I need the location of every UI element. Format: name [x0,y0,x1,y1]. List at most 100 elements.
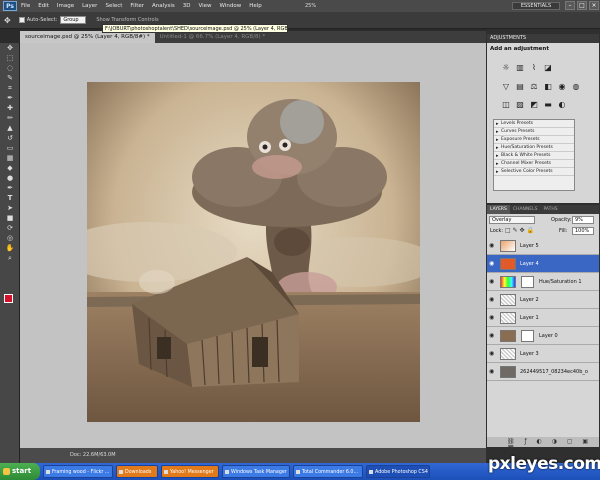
layer-action-icons[interactable]: ⛓ ƒ ◐ ◑ ▢ ▣ 🗑 [507,438,599,452]
menu-3d[interactable]: 3D [183,3,191,9]
auto-select-dropdown[interactable]: Group [60,16,87,24]
invert-icon[interactable]: ◫ [501,100,511,110]
exposure-icon[interactable]: ◪ [543,63,553,73]
move-icon[interactable]: ✥ [3,44,17,53]
gradient-icon[interactable]: ▦ [3,154,17,163]
blend-mode-dropdown[interactable]: Overlay [489,216,535,224]
quick-select-icon[interactable]: ✎ [3,74,17,83]
eye-icon[interactable]: ◉ [489,332,496,339]
menu-file[interactable]: File [21,3,30,9]
task-yahoo-messenger[interactable]: Yahoo! Messenger [161,465,219,478]
healing-brush-icon[interactable]: ✚ [3,104,17,113]
minimize-icon[interactable]: – [565,1,575,10]
preset-hue-saturation[interactable]: Hue/Saturation Presets [494,144,574,152]
layer-row[interactable]: ◉ 262449517_08234ec40b_o [487,363,599,381]
foreground-color-swatch[interactable] [4,294,13,303]
task-flickr[interactable]: Framing wood - Flickr ... [43,465,113,478]
eraser-icon[interactable]: ▭ [3,144,17,153]
eye-icon[interactable]: ◉ [489,368,496,375]
eye-icon[interactable]: ◉ [489,296,496,303]
hand-icon[interactable]: ✋ [3,244,17,253]
preset-curves[interactable]: Curves Presets [494,128,574,136]
opacity-input[interactable]: 9% [572,216,594,224]
curves-icon[interactable]: ⌇ [529,63,539,73]
lasso-icon[interactable]: ◌ [3,64,17,73]
move-tool-icon[interactable]: ✥ [4,16,11,25]
menu-edit[interactable]: Edit [38,3,49,9]
levels-icon[interactable]: ▥ [515,63,525,73]
vibrance-icon[interactable]: ▽ [501,82,511,92]
gradient-map-icon[interactable]: ▬ [543,100,553,110]
document-canvas-image[interactable] [87,82,420,422]
color-balance-icon[interactable]: ⚖ [529,82,539,92]
type-icon[interactable]: T [3,194,17,203]
preset-exposure[interactable]: Exposure Presets [494,136,574,144]
tab-paths[interactable]: PATHS [540,205,560,214]
layer-row[interactable]: ◉ Layer 5 [487,237,599,255]
maximize-icon[interactable]: □ [577,1,587,10]
hue-saturation-icon[interactable]: ▤ [515,82,525,92]
task-total-commander[interactable]: Total Commander 6.0... [293,465,363,478]
workspace-switcher[interactable]: ESSENTIALS [512,2,560,10]
history-brush-icon[interactable]: ↺ [3,134,17,143]
tab-layers[interactable]: LAYERS [487,205,510,214]
brush-icon[interactable]: ✏ [3,114,17,123]
layer-row[interactable]: ◉ Layer 4 [487,255,599,273]
layer-row[interactable]: ◉ Layer 3 [487,345,599,363]
auto-select-checkbox[interactable] [18,17,25,23]
eye-icon[interactable]: ◉ [489,260,496,267]
path-select-icon[interactable]: ➤ [3,204,17,213]
tab-adjustments[interactable]: ADJUSTMENTS [487,34,599,43]
menu-window[interactable]: Window [220,3,242,9]
menu-analysis[interactable]: Analysis [152,3,175,9]
3d-orbit-icon[interactable]: ◎ [3,234,17,243]
zoom-readout[interactable]: 25% [305,3,316,9]
start-button[interactable]: start [0,463,40,480]
channel-mixer-icon[interactable]: ◍ [571,82,581,92]
marquee-icon[interactable]: ⬚ [3,54,17,63]
black-white-icon[interactable]: ◧ [543,82,553,92]
eye-icon[interactable]: ◉ [489,242,496,249]
task-task-manager[interactable]: Windows Task Manager [222,465,290,478]
task-downloads[interactable]: Downloads [116,465,158,478]
selective-color-icon[interactable]: ◐ [557,100,567,110]
menu-filter[interactable]: Filter [130,3,144,9]
menu-select[interactable]: Select [105,3,122,9]
menu-layer[interactable]: Layer [82,3,97,9]
layer-row[interactable]: ◉ Layer 2 [487,291,599,309]
preset-channel-mixer[interactable]: Channel Mixer Presets [494,160,574,168]
pen-icon[interactable]: ✒ [3,184,17,193]
adjustment-icons-row-3: ◫ ▨ ◩ ▬ ◐ [501,100,567,110]
lock-icons[interactable]: □ ✎ ✥ 🔒 [505,227,534,234]
menu-image[interactable]: Image [57,3,74,9]
eyedropper-icon[interactable]: ✒ [3,94,17,103]
eye-icon[interactable]: ◉ [489,278,496,285]
close-icon[interactable]: × [589,1,599,10]
crop-icon[interactable]: ⌗ [3,84,17,93]
task-photoshop[interactable]: Adobe Photoshop CS4 [366,465,430,478]
fill-input[interactable]: 100% [572,227,594,235]
shape-icon[interactable]: ■ [3,214,17,223]
layer-row[interactable]: ◉ Layer 0 [487,327,599,345]
lock-row: Lock: □ ✎ ✥ 🔒 Fill: 100% [487,226,599,237]
tab-channels[interactable]: CHANNELS [510,205,541,214]
eye-icon[interactable]: ◉ [489,314,496,321]
dodge-icon[interactable]: ● [3,174,17,183]
blur-icon[interactable]: ◆ [3,164,17,173]
threshold-icon[interactable]: ◩ [529,100,539,110]
posterize-icon[interactable]: ▨ [515,100,525,110]
show-transform-label[interactable]: Show Transform Controls [96,17,158,23]
photo-filter-icon[interactable]: ◉ [557,82,567,92]
zoom-icon[interactable]: ⌕ [3,254,17,263]
preset-levels[interactable]: Levels Presets [494,120,574,128]
layer-row[interactable]: ◉ Layer 1 [487,309,599,327]
brightness-icon[interactable]: ☼ [501,63,511,73]
menu-help[interactable]: Help [249,3,262,9]
3d-rotate-icon[interactable]: ⟳ [3,224,17,233]
preset-selective-color[interactable]: Selective Color Presets [494,168,574,176]
menu-view[interactable]: View [198,3,211,9]
preset-black-white[interactable]: Black & White Presets [494,152,574,160]
eye-icon[interactable]: ◉ [489,350,496,357]
clone-stamp-icon[interactable]: ▲ [3,124,17,133]
layer-row[interactable]: ◉ Hue/Saturation 1 [487,273,599,291]
